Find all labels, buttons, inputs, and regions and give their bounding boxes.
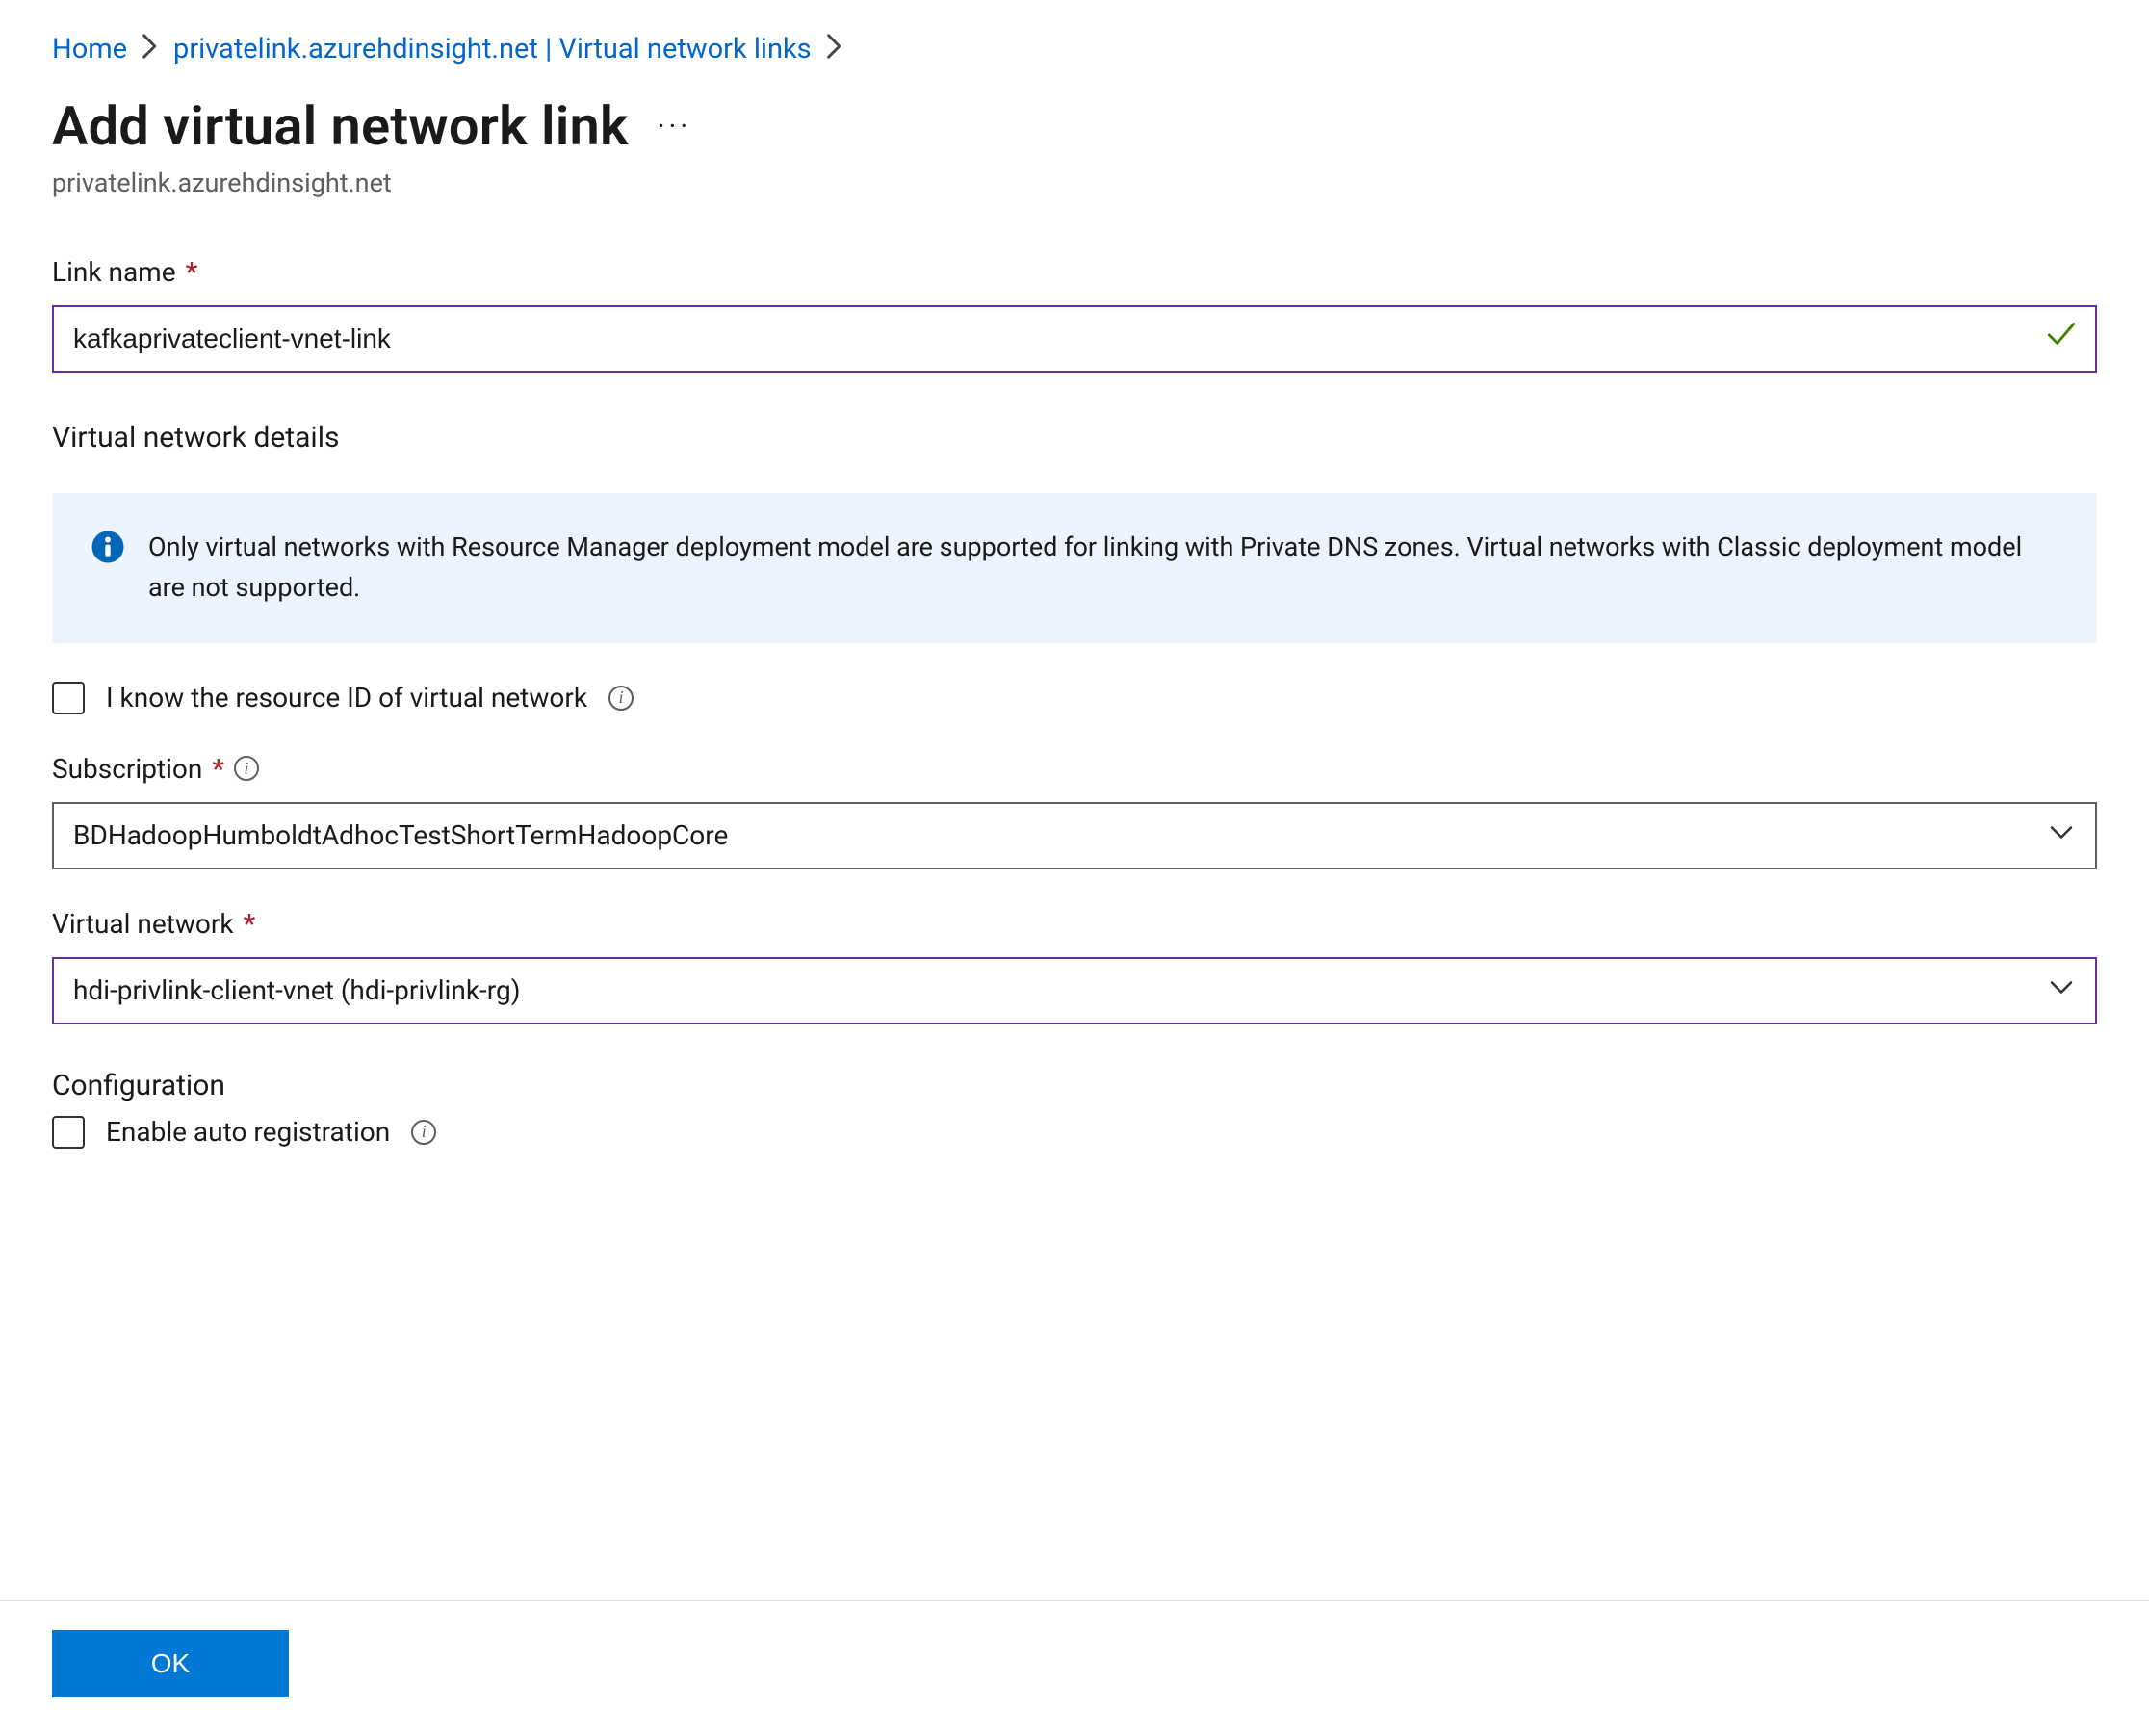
chevron-right-icon: [142, 34, 158, 65]
required-indicator: *: [212, 753, 224, 785]
required-indicator: *: [244, 908, 256, 940]
breadcrumb-parent[interactable]: privatelink.azurehdinsight.net | Virtual…: [173, 33, 812, 65]
chevron-down-icon: [2047, 817, 2076, 853]
virtual-network-label: Virtual network *: [52, 908, 2097, 940]
check-icon: [2045, 317, 2078, 356]
subscription-select[interactable]: BDHadoopHumboldtAdhocTestShortTermHadoop…: [52, 802, 2097, 869]
info-icon[interactable]: i: [234, 756, 259, 781]
info-icon: [91, 530, 125, 609]
ok-button[interactable]: OK: [52, 1630, 289, 1697]
chevron-down-icon: [2047, 972, 2076, 1008]
enable-auto-registration-label: Enable auto registration: [106, 1116, 390, 1148]
link-name-label: Link name *: [52, 256, 2097, 288]
know-resource-id-checkbox[interactable]: [52, 682, 85, 714]
breadcrumb: Home privatelink.azurehdinsight.net | Vi…: [52, 12, 2097, 65]
chevron-right-icon: [827, 34, 842, 65]
info-banner: Only virtual networks with Resource Mana…: [52, 493, 2097, 643]
link-name-input[interactable]: [52, 305, 2097, 373]
know-resource-id-label: I know the resource ID of virtual networ…: [106, 682, 587, 713]
page-title: Add virtual network link: [52, 94, 629, 158]
breadcrumb-home[interactable]: Home: [52, 33, 127, 65]
more-actions-icon[interactable]: ···: [658, 110, 692, 143]
configuration-heading: Configuration: [52, 1069, 2097, 1102]
enable-auto-registration-checkbox[interactable]: [52, 1116, 85, 1149]
required-indicator: *: [186, 256, 198, 288]
vnet-details-heading: Virtual network details: [52, 421, 2097, 454]
info-banner-text: Only virtual networks with Resource Mana…: [148, 528, 2058, 609]
info-icon[interactable]: i: [608, 686, 634, 711]
subscription-label: Subscription * i: [52, 753, 2097, 785]
page-subtitle: privatelink.azurehdinsight.net: [52, 168, 2097, 198]
virtual-network-select[interactable]: hdi-privlink-client-vnet (hdi-privlink-r…: [52, 957, 2097, 1024]
footer-bar: OK: [0, 1600, 2149, 1736]
info-icon[interactable]: i: [411, 1120, 436, 1145]
